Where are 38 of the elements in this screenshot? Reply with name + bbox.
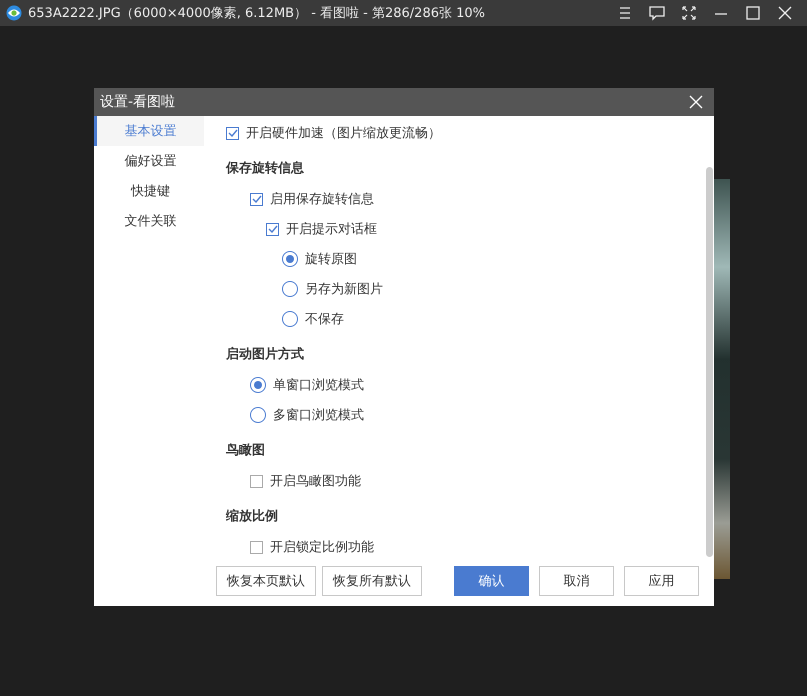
sidebar-item[interactable]: 偏好设置: [94, 146, 204, 176]
section-heading: 启动图片方式: [226, 346, 305, 364]
window-title: 653A2222.JPG（6000×4000像素, 6.12MB） - 看图啦 - 第286/286张 10%: [28, 5, 486, 22]
option-label: 旋转原图: [305, 251, 357, 268]
dialog-button[interactable]: 恢复所有默认: [322, 566, 422, 596]
option-label: 开启硬件加速（图片缩放更流畅）: [246, 125, 441, 142]
option-label: 单窗口浏览模式: [273, 377, 364, 394]
section-heading: 保存旋转信息: [226, 160, 305, 178]
dialog-button[interactable]: 恢复本页默认: [216, 566, 316, 596]
option-label: 开启提示对话框: [286, 221, 377, 238]
checkbox[interactable]: [266, 222, 279, 236]
option-label: 多窗口浏览模式: [273, 407, 364, 424]
checkbox[interactable]: [250, 192, 263, 206]
option-label: 不保存: [305, 311, 344, 328]
section-heading: 缩放比例: [226, 508, 279, 526]
option-label: 开启锁定比例功能: [270, 539, 374, 556]
radio-button[interactable]: [250, 377, 266, 393]
dialog-button[interactable]: 应用: [624, 566, 699, 596]
radio-button[interactable]: [282, 311, 298, 327]
sidebar-item[interactable]: 快捷键: [94, 176, 204, 206]
eye-logo-icon: [6, 5, 22, 21]
dialog-button[interactable]: 取消: [539, 566, 614, 596]
dialog-title: 设置-看图啦: [100, 93, 176, 111]
radio-button[interactable]: [282, 281, 298, 297]
section-heading: 鸟瞰图: [226, 442, 266, 460]
close-icon[interactable]: [689, 95, 703, 109]
option-label: 另存为新图片: [305, 281, 383, 298]
sidebar-item[interactable]: 文件关联: [94, 206, 204, 236]
checkbox[interactable]: [250, 474, 263, 488]
checkbox[interactable]: [250, 540, 263, 554]
radio-button[interactable]: [250, 407, 266, 423]
confirm-button[interactable]: 确认: [454, 566, 529, 596]
checkbox[interactable]: [226, 126, 239, 140]
sidebar-item[interactable]: 基本设置: [94, 116, 204, 146]
scrollbar[interactable]: [706, 167, 713, 557]
option-label: 开启鸟瞰图功能: [270, 473, 361, 490]
radio-button[interactable]: [282, 251, 298, 267]
option-label: 启用保存旋转信息: [270, 191, 374, 208]
